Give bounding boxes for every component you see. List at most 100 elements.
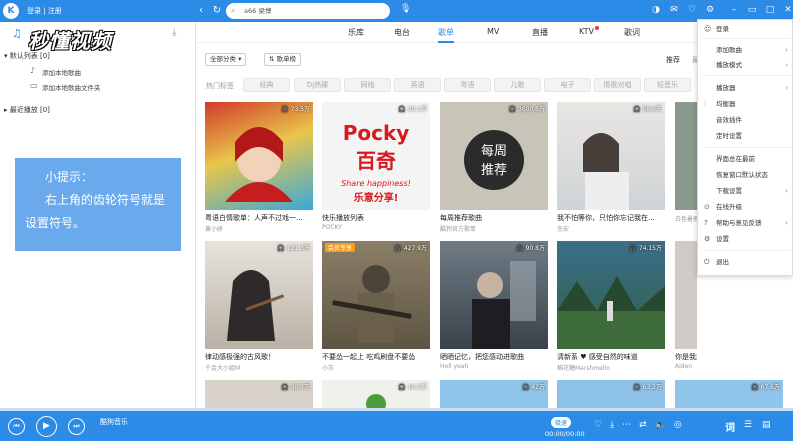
quality-mode-badge[interactable]: 极速 [551,417,572,428]
playlist-cover[interactable]: 🎧 63.2万 [557,380,665,408]
menu-item-login[interactable]: ☺ 登录 [698,23,793,35]
playlist-card[interactable]: 白色暑假 [675,102,697,223]
add-local-folder[interactable]: ▭ 添加本地歌曲文件夹 [30,81,101,92]
volume-icon[interactable]: 🔈 [655,420,666,430]
mail-icon[interactable]: ✉ [668,4,680,17]
sort-recommend[interactable]: 推荐 [666,55,680,65]
menu-item-play-mode[interactable]: 播放模式 › [698,59,793,71]
mini-mode-icon[interactable]: ▭ [746,4,758,17]
tag-cantonese[interactable]: 粤语 [444,78,491,92]
playlist-title[interactable]: 粤语白情歌单：人声不过戏一... [205,213,313,223]
playlist-card[interactable]: 会员专享 🎧 427.9万 不要怂一起上 吃鸡刷盘不要怂 小灰 [322,241,430,372]
playlist-title[interactable]: 不要怂一起上 吃鸡刷盘不要怂 [322,352,430,362]
playlist-author[interactable]: Aiden [675,363,697,370]
playlist-card[interactable]: 🎧 42万 [440,380,548,408]
menu-item-help[interactable]: ? 帮助与意见反馈 › [698,217,793,229]
playlist-cover[interactable]: 🎧 16.5万 [322,380,430,408]
playlist-author[interactable]: 白色暑假 [675,214,697,223]
tag-english[interactable]: 英语 [394,78,441,92]
playlist-card[interactable]: 你是我想念，是你想忘记的人 Aiden [675,241,697,370]
tab-radio[interactable]: 电台 [394,27,410,38]
favorite-icon[interactable]: ♡ [594,420,602,430]
back-icon[interactable]: ‹ [194,4,208,18]
playlist-author[interactable]: 念安 [557,224,665,233]
playlist-author[interactable]: 酷狗官方歌单 [440,224,548,233]
menu-item-equalizer[interactable]: ⫶ 均衡器 [698,98,793,110]
playlist-title[interactable]: 晒晒记忆，把您感动进歌曲 [440,352,548,362]
playlist-card[interactable]: 🎧 16.5万 [322,380,430,408]
download-icon[interactable]: ⤓ [172,27,176,38]
playlist-cover[interactable] [675,241,697,349]
sound-effect-icon[interactable]: ◎ [674,420,682,430]
tab-lyrics[interactable]: 歌词 [624,27,640,38]
playlist-author[interactable]: POCKY [322,224,430,231]
close-icon[interactable]: ✕ [782,4,793,17]
playlist-title[interactable]: 你是我想念，是你想忘记的人 [675,352,697,362]
playlist-card[interactable]: 🎧 90.8万 晒晒记忆，把您感动进歌曲 Hell yeah [440,241,548,370]
playlist-cover[interactable]: 🎧 121.3万 [205,241,313,349]
tag-duet[interactable]: 情歌对唱 [594,78,641,92]
menu-item-player[interactable]: 播放器 › [698,82,793,94]
menu-item-download-settings[interactable]: 下载设置 › [698,185,793,197]
tab-live[interactable]: 直播 [532,27,548,38]
game-icon[interactable]: ♡ [686,4,698,17]
tag-electronic[interactable]: 电子 [544,78,591,92]
menu-item-always-on-top[interactable]: 界面总在最前 [698,153,793,165]
tag-light-music[interactable]: 轻音乐 [644,78,691,92]
playlist-title[interactable]: 每周推荐歌曲 [440,213,548,223]
playlist-author[interactable]: Hell yeah [440,363,548,370]
playlist-title[interactable]: 快乐播放列表 [322,213,430,223]
maximize-icon[interactable]: □ [764,4,776,17]
tag-network[interactable]: 网络 [344,78,391,92]
download-icon[interactable]: ⤓ [610,420,614,430]
playlist-author[interactable]: 千金大小姐M [205,363,313,372]
previous-icon[interactable]: ⏮ [8,418,25,435]
playlist-card[interactable]: 🎧 67.6万 [675,380,783,408]
play-icon[interactable]: ▶ [36,416,57,437]
skin-icon[interactable]: ◑ [650,4,662,17]
recent-play-header[interactable]: ▸ 最近播放 [0] [4,105,50,115]
menu-item-upgrade[interactable]: ⊙ 在线升级 [698,201,793,213]
menu-item-add-songs[interactable]: 添加歌曲 › [698,44,793,56]
playlist-card[interactable]: 每周 推荐 🎧 3600.6万 每周推荐歌曲 酷狗官方歌单 [440,102,548,233]
playlist-card[interactable]: Pocky 百奇 Share happiness! 乐意分享! 🎧 29.1万 … [322,102,430,231]
mic-icon[interactable]: 🎙 [400,4,411,14]
menu-item-exit[interactable]: ⏻ 退出 [698,256,793,268]
playlist-author[interactable]: 小灰 [322,363,430,372]
tag-classic[interactable]: 经典 [243,78,290,92]
playlist-cover[interactable]: 会员专享 🎧 427.9万 [322,241,430,349]
tab-ktv[interactable]: KTV [579,26,599,36]
refresh-icon[interactable]: ↻ [210,4,224,18]
playlist-cover[interactable]: 🎧 38.7万 [205,380,313,408]
tab-playlist[interactable]: 歌单 [438,27,454,43]
tab-mv[interactable]: MV [487,27,499,36]
category-dropdown[interactable]: 全部分类 ▾ [205,53,247,66]
tag-kids[interactable]: 儿歌 [494,78,541,92]
queue-icon[interactable]: ▤ [762,420,771,430]
playlist-cover[interactable]: 🎧 58.6万 [557,102,665,210]
playlist-cover[interactable]: 每周 推荐 🎧 3600.6万 [440,102,548,210]
login-register-link[interactable]: 登录 | 注册 [27,6,62,16]
playlist-card[interactable]: 🎧 63.2万 [557,380,665,408]
menu-item-settings[interactable]: ⚙ 设置 [698,233,793,245]
tab-library[interactable]: 乐库 [348,27,364,38]
playlist-author[interactable]: 黄小妍 [205,224,313,233]
default-list-header[interactable]: ▾ 默认列表 [0] [4,51,50,61]
playlist-chart-button[interactable]: ⇅ 歌单榜 [264,53,302,66]
more-icon[interactable]: ⋯ [622,420,631,430]
tag-dj[interactable]: DJ热碟 [294,78,341,92]
playlist-title[interactable]: 我不怕等你，只怕你忘记我在... [557,213,665,223]
playlist-card[interactable]: 🎧 121.3万 律动感极强的古风歌！ 千金大小姐M [205,241,313,372]
menu-item-effects[interactable]: 音效插件 [698,114,793,126]
menu-item-restore-window[interactable]: 恢复窗口默认状态 [698,169,793,181]
playlist-card[interactable]: 🎧 58.6万 我不怕等你，只怕你忘记我在... 念安 [557,102,665,233]
gear-icon[interactable]: ⚙ [704,4,716,17]
minimize-icon[interactable]: – [728,4,740,17]
playlist-cover[interactable] [675,102,697,210]
playlist-cover[interactable]: 🎧 74.15万 [557,241,665,349]
lyrics-button[interactable]: 词 [725,419,735,434]
playlist-cover[interactable]: 🎧 67.6万 [675,380,783,408]
playlist-cover[interactable]: 🎧 73.5万 [205,102,313,210]
loop-icon[interactable]: ⇄ [639,420,647,430]
playlist-title[interactable]: 清新系 ♥ 感受自然的味道 [557,352,665,362]
